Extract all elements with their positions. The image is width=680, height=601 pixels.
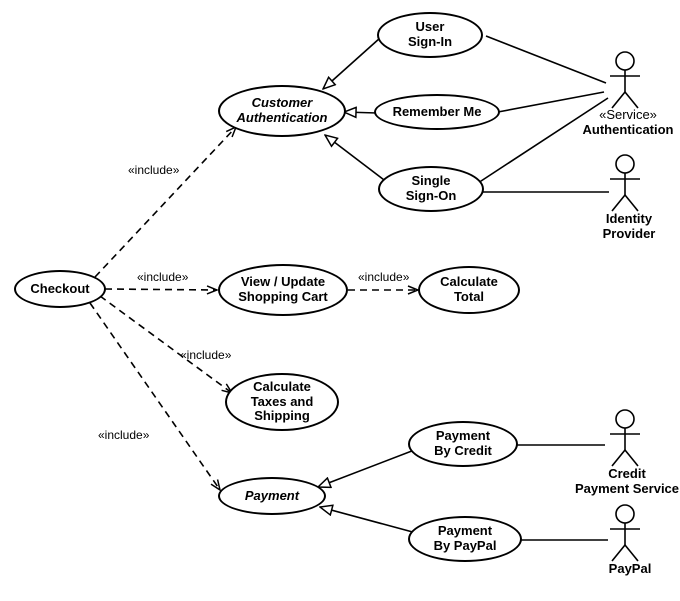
assoc-signin-auth bbox=[486, 36, 606, 83]
usecase-label: SingleSign-On bbox=[406, 174, 457, 204]
actor-paypal-label: PayPal bbox=[600, 562, 660, 577]
actor-name: Authentication bbox=[583, 122, 674, 137]
usecase-calculate-taxes: CalculateTaxes andShipping bbox=[225, 373, 339, 431]
actor-identity-provider-figure bbox=[610, 155, 640, 211]
actor-authentication-label: «Service» Authentication bbox=[582, 108, 674, 138]
usecase-payment-paypal: PaymentBy PayPal bbox=[408, 516, 522, 562]
usecase-label: CalculateTotal bbox=[440, 275, 498, 305]
include-checkout-cart bbox=[105, 289, 217, 290]
actor-authentication-figure bbox=[610, 52, 640, 108]
include-label: «include» bbox=[128, 163, 179, 177]
gen-credit-payment bbox=[318, 449, 417, 487]
include-label: «include» bbox=[180, 348, 231, 362]
usecase-label: Remember Me bbox=[393, 105, 482, 120]
usecase-calculate-total: CalculateTotal bbox=[418, 266, 520, 314]
gen-sso-auth bbox=[325, 135, 388, 183]
usecase-label: Payment bbox=[245, 489, 299, 504]
usecase-label: PaymentBy Credit bbox=[434, 429, 492, 459]
usecase-single-signon: SingleSign-On bbox=[378, 166, 484, 212]
usecase-customer-authentication: CustomerAuthentication bbox=[218, 85, 346, 137]
usecase-view-update-cart: View / UpdateShopping Cart bbox=[218, 264, 348, 316]
usecase-label: PaymentBy PayPal bbox=[434, 524, 497, 554]
usecase-payment: Payment bbox=[218, 477, 326, 515]
gen-paypal-payment bbox=[320, 507, 420, 534]
include-checkout-auth bbox=[95, 127, 236, 277]
include-label: «include» bbox=[358, 270, 409, 284]
include-checkout-payment bbox=[90, 303, 220, 490]
usecase-label: UserSign-In bbox=[408, 20, 452, 50]
usecase-remember-me: Remember Me bbox=[374, 94, 500, 130]
actor-paypal-figure bbox=[610, 505, 640, 561]
usecase-label: CalculateTaxes andShipping bbox=[251, 380, 314, 425]
usecase-checkout: Checkout bbox=[14, 270, 106, 308]
actor-credit-service-figure bbox=[610, 410, 640, 466]
usecase-label: CustomerAuthentication bbox=[237, 96, 328, 126]
gen-signin-auth bbox=[323, 38, 380, 89]
actor-stereotype: «Service» bbox=[599, 107, 657, 122]
actor-credit-service-label: CreditPayment Service bbox=[572, 467, 680, 497]
include-label: «include» bbox=[98, 428, 149, 442]
gen-remember-auth bbox=[344, 112, 377, 113]
include-label: «include» bbox=[137, 270, 188, 284]
usecase-payment-credit: PaymentBy Credit bbox=[408, 421, 518, 467]
usecase-label: View / UpdateShopping Cart bbox=[238, 275, 328, 305]
usecase-user-signin: UserSign-In bbox=[377, 12, 483, 58]
usecase-label: Checkout bbox=[30, 282, 89, 297]
actor-identity-provider-label: IdentityProvider bbox=[596, 212, 662, 242]
